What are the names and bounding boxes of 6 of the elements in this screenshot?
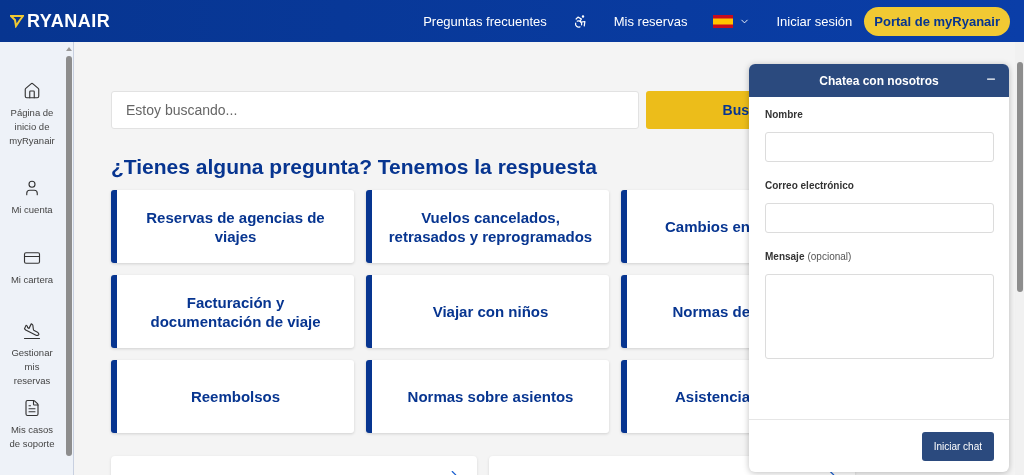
field-hint: (opcional) xyxy=(807,251,852,262)
chat-title: Chatea con nosotros xyxy=(819,73,939,88)
section-heading: ¿Tienes alguna pregunta? Tenemos la respuesta xyxy=(111,155,598,179)
field-label: Correo electrónico xyxy=(765,180,854,191)
field-label: Mensaje xyxy=(765,251,805,262)
field-label: Nombre xyxy=(765,109,803,120)
